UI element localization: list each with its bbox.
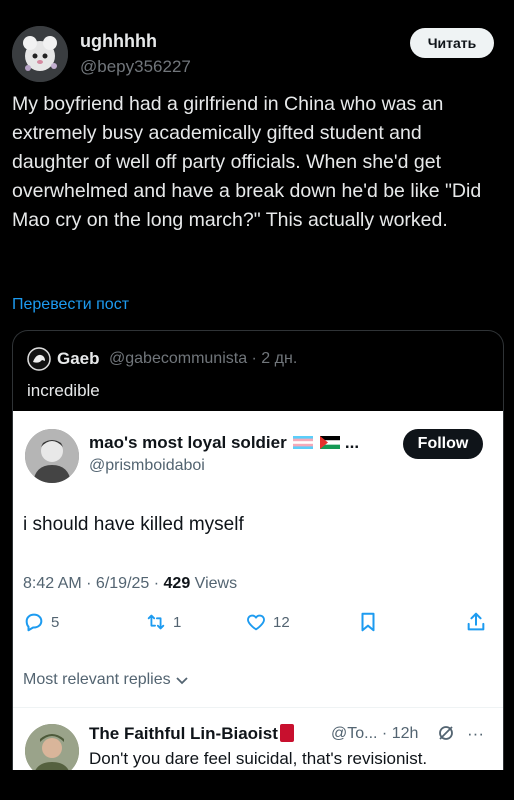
screenshot-reply-meta: @To... · 12h <box>331 725 419 742</box>
author-handle[interactable]: @bepy356227 <box>80 57 191 77</box>
screenshot-author-name: mao's most loyal soldier ... <box>89 433 359 453</box>
screenshot-author-name-ellipsis: ... <box>340 433 360 452</box>
screenshot-time-text: 8:42 AM · 6/19/25 · <box>23 575 164 592</box>
screenshot-post-text: i should have killed myself <box>23 514 244 535</box>
more-icon: ··· <box>467 724 484 743</box>
quoted-post[interactable]: Gaeb @gabecommunista · 2 дн. incredible … <box>12 330 504 770</box>
reply-icon <box>25 613 43 632</box>
chevron-down-icon <box>175 677 188 685</box>
screenshot-share-action <box>465 611 487 633</box>
bookmark-icon <box>361 612 375 632</box>
screenshot-author-avatar <box>25 429 79 483</box>
screenshot-author-handle: @prismboidaboi <box>89 457 205 474</box>
screenshot-reply-count: 5 <box>51 613 60 631</box>
screenshot-like-action: 12 <box>245 611 290 633</box>
screenshot-reply-author-name: The Faithful Lin-Biaoist <box>89 724 278 743</box>
embedded-screenshot: mao's most loyal soldier ... @prismboida… <box>13 411 503 770</box>
screenshot-reply-avatar <box>25 724 79 770</box>
screenshot-repost-action: 1 <box>145 611 181 633</box>
screenshot-divider <box>13 707 503 708</box>
quoted-post-text: incredible <box>27 381 100 400</box>
post-text: My boyfriend had a girlfriend in China w… <box>12 93 482 231</box>
translate-post-link[interactable]: Перевести пост <box>12 296 129 314</box>
palestine-flag-icon <box>320 436 341 449</box>
screenshot-reply-sort: Most relevant replies <box>23 671 189 689</box>
heart-icon <box>247 614 265 631</box>
red-book-icon <box>279 724 294 742</box>
author-avatar[interactable] <box>12 26 68 82</box>
trans-flag-icon <box>293 436 314 449</box>
follow-button[interactable]: Читать <box>410 28 494 58</box>
screenshot-follow-button: Follow <box>403 429 483 459</box>
repost-icon <box>147 614 165 630</box>
screenshot-reply-action: 5 <box>23 611 59 633</box>
post: ughhhhh @bepy356227 Читать My boyfriend … <box>0 0 514 770</box>
screenshot-bookmark-action <box>357 611 379 633</box>
screenshot-repost-count: 1 <box>173 613 182 631</box>
screenshot-reply-icons: ··· <box>437 724 484 744</box>
screenshot-views-count: 429 <box>163 575 191 592</box>
author-display-name[interactable]: ughhhhh <box>80 31 157 52</box>
share-icon <box>467 612 485 631</box>
screenshot-reply-text: Don't you dare feel suicidal, that's rev… <box>89 749 428 768</box>
screenshot-timestamp: 8:42 AM · 6/19/25 · 429 Views <box>23 575 237 593</box>
grok-icon <box>439 726 453 740</box>
quoted-author-meta: @gabecommunista · 2 дн. <box>109 350 298 367</box>
screenshot-like-count: 12 <box>273 613 290 631</box>
screenshot-author-name-text: mao's most loyal soldier <box>89 433 287 452</box>
screenshot-reply-author: The Faithful Lin-Biaoist <box>89 724 294 744</box>
screenshot-reply-sort-label: Most relevant replies <box>23 671 171 688</box>
screenshot-views-label: Views <box>190 575 238 592</box>
quoted-author-avatar[interactable] <box>27 347 51 371</box>
quoted-author-name[interactable]: Gaeb <box>57 349 100 369</box>
screenshot-action-bar: 5 1 12 <box>13 611 503 647</box>
